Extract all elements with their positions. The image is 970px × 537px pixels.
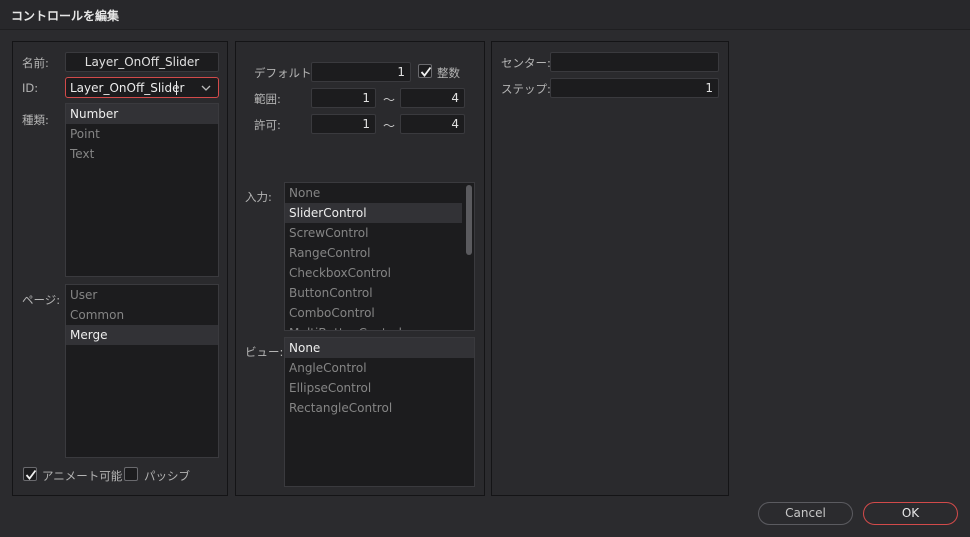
input-list-scrollbar[interactable]: [466, 185, 472, 255]
dialog-body: 名前: Layer_OnOff_Slider ID: Layer_OnOff_S…: [0, 31, 970, 537]
range-max-field[interactable]: 4: [400, 88, 465, 108]
view-item-angle[interactable]: AngleControl: [285, 358, 474, 378]
range-tilde: 〜: [383, 93, 396, 107]
checkmark-icon: [25, 469, 37, 480]
allow-max-field[interactable]: 4: [400, 114, 465, 134]
animate-label: アニメート可能: [42, 469, 123, 483]
id-label: ID:: [22, 81, 39, 95]
text-cursor: [176, 81, 177, 95]
allow-label: 許可:: [254, 118, 281, 132]
allow-min-field[interactable]: 1: [311, 114, 376, 134]
checkmark-icon: [420, 66, 432, 77]
center-field[interactable]: [550, 52, 719, 72]
id-combo-value: Layer_OnOff_Slider: [70, 81, 185, 95]
page-label: ページ:: [22, 293, 61, 307]
input-item-button[interactable]: ButtonControl: [285, 283, 474, 303]
view-item-rectangle[interactable]: RectangleControl: [285, 398, 474, 418]
name-label: 名前:: [22, 56, 49, 70]
page-item-merge[interactable]: Merge: [66, 325, 218, 345]
type-label: 種類:: [22, 113, 49, 127]
type-item-point[interactable]: Point: [66, 124, 218, 144]
animate-checkbox[interactable]: [23, 467, 37, 481]
integer-checkbox[interactable]: [418, 64, 432, 78]
page-list[interactable]: User Common Merge: [65, 284, 219, 458]
input-label: 入力:: [245, 190, 272, 204]
middle-panel: デフォルト: 1 整数 範囲: 1 〜 4 許可: 1 〜 4 入力: None…: [235, 41, 485, 496]
type-item-text[interactable]: Text: [66, 144, 218, 164]
name-field[interactable]: Layer_OnOff_Slider: [65, 52, 219, 72]
input-item-combo[interactable]: ComboControl: [285, 303, 474, 323]
view-label: ビュー:: [245, 345, 284, 359]
chevron-down-icon[interactable]: [199, 81, 213, 95]
view-item-none[interactable]: None: [285, 338, 474, 358]
id-combo[interactable]: Layer_OnOff_Slider: [65, 77, 219, 98]
type-item-number[interactable]: Number: [66, 104, 218, 124]
input-item-screw[interactable]: ScrewControl: [285, 223, 474, 243]
integer-label: 整数: [437, 66, 460, 80]
passive-label: パッシブ: [144, 469, 190, 483]
input-item-none[interactable]: None: [285, 183, 474, 203]
default-field[interactable]: 1: [311, 62, 411, 82]
ok-button[interactable]: OK: [863, 502, 958, 525]
step-label: ステップ:: [501, 82, 551, 96]
cancel-button[interactable]: Cancel: [758, 502, 853, 525]
input-list[interactable]: None SliderControl ScrewControl RangeCon…: [284, 182, 475, 331]
type-list[interactable]: Number Point Text: [65, 103, 219, 277]
passive-checkbox[interactable]: [124, 467, 138, 481]
input-item-range[interactable]: RangeControl: [285, 243, 474, 263]
view-list[interactable]: None AngleControl EllipseControl Rectang…: [284, 337, 475, 487]
input-item-multibutton[interactable]: MultiButtonControl: [285, 323, 474, 330]
range-min-field[interactable]: 1: [311, 88, 376, 108]
page-item-common[interactable]: Common: [66, 305, 218, 325]
page-item-user[interactable]: User: [66, 285, 218, 305]
allow-tilde: 〜: [383, 119, 396, 133]
view-item-ellipse[interactable]: EllipseControl: [285, 378, 474, 398]
window-title: コントロールを編集: [11, 9, 120, 23]
title-bar: コントロールを編集: [0, 0, 970, 30]
right-panel: センター: ステップ: 1: [491, 41, 729, 496]
default-label: デフォルト:: [254, 66, 316, 80]
step-field[interactable]: 1: [550, 78, 719, 98]
center-label: センター:: [501, 56, 551, 70]
range-label: 範囲:: [254, 92, 281, 106]
input-item-slider[interactable]: SliderControl: [285, 203, 462, 223]
left-panel: 名前: Layer_OnOff_Slider ID: Layer_OnOff_S…: [12, 41, 228, 496]
input-item-checkbox[interactable]: CheckboxControl: [285, 263, 474, 283]
